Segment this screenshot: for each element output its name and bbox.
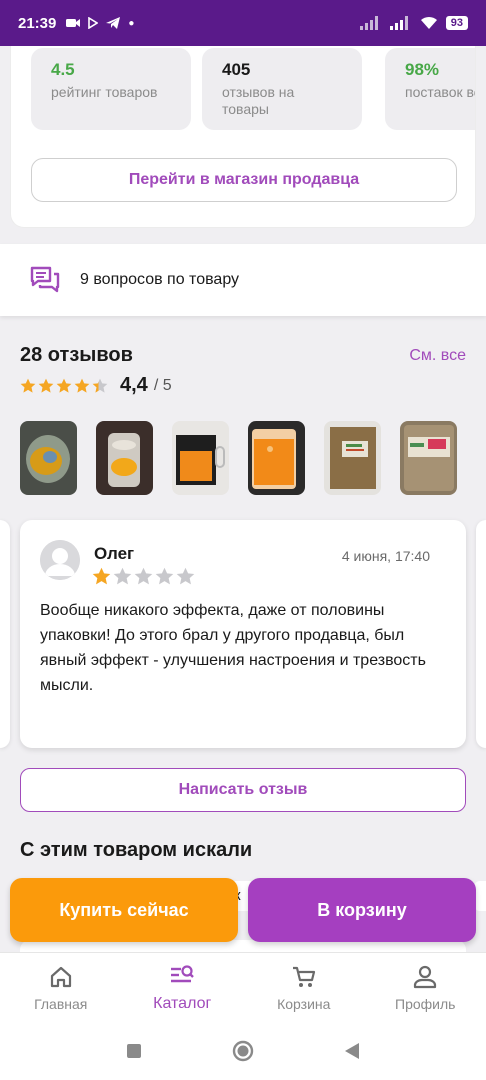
home-icon <box>50 966 71 987</box>
signal-icon <box>359 16 378 30</box>
star-icon <box>155 567 174 585</box>
see-all-link[interactable]: См. все <box>409 347 466 365</box>
star-icon <box>113 567 132 585</box>
star-icon <box>92 567 111 585</box>
star-icon <box>74 378 90 393</box>
review-author: Олег <box>94 544 135 563</box>
star-icon <box>134 567 153 585</box>
star-icon <box>56 378 72 393</box>
review-photo-thumbnail[interactable] <box>96 421 153 495</box>
review-photo-thumbnail[interactable] <box>172 421 229 495</box>
user-avatar-icon <box>40 540 80 580</box>
status-bar: 21:39 ● 93 <box>0 0 486 46</box>
seller-card: 4.5 рейтинг товаров 405 отзывов на товар… <box>10 46 476 228</box>
review-photo-thumbnail[interactable] <box>20 421 77 495</box>
review-date: 4 июня, 17:40 <box>341 548 430 564</box>
seller-stat-reviews: 405 отзывов на товары <box>202 48 362 130</box>
buy-now-button[interactable]: Купить сейчас <box>10 878 238 942</box>
home-nav-icon[interactable] <box>232 1040 254 1062</box>
system-nav-bar <box>0 1022 486 1080</box>
star-icon <box>38 378 54 393</box>
tab-label: Корзина <box>277 995 331 1012</box>
tab-cart[interactable]: Корзина <box>243 953 365 1022</box>
stat-label: отзывов на товары <box>222 84 295 117</box>
back-icon[interactable] <box>344 1042 360 1060</box>
review-photos <box>20 421 457 495</box>
review-stars <box>92 567 195 586</box>
tab-label: Каталог <box>153 994 212 1012</box>
questions-row[interactable]: 9 вопросов по товару <box>0 244 486 316</box>
next-review-peek[interactable] <box>476 520 486 748</box>
status-right: 93 <box>359 16 468 30</box>
profile-icon <box>414 965 437 988</box>
star-icon <box>92 378 108 393</box>
tab-home[interactable]: Главная <box>0 953 122 1022</box>
rating-stars <box>20 378 108 394</box>
review-photo-thumbnail[interactable] <box>248 421 305 495</box>
review-card[interactable]: Олег 4 июня, 17:40 Вообще никакого эффек… <box>20 520 466 748</box>
write-review-button[interactable]: Написать отзыв <box>20 768 466 812</box>
stat-label: рейтинг товаров <box>51 84 158 100</box>
go-to-shop-button[interactable]: Перейти в магазин продавца <box>31 158 457 202</box>
review-text: Вообще никакого эффекта, даже от половин… <box>40 602 426 694</box>
signal-2-icon <box>389 16 408 30</box>
avatar <box>40 540 80 580</box>
stat-value: 405 <box>222 60 251 79</box>
camera-icon <box>66 19 81 27</box>
wifi-icon <box>420 16 437 29</box>
rating-max: / 5 <box>153 376 172 394</box>
star-icon <box>176 567 195 585</box>
notification-icons: ● <box>66 17 134 29</box>
tab-profile[interactable]: Профиль <box>365 953 486 1022</box>
searched-with-title: С этим товаром искали <box>20 839 253 861</box>
review-photo-thumbnail[interactable] <box>400 421 457 495</box>
tab-label: Главная <box>34 995 88 1012</box>
reviews-header: 28 отзывов См. все <box>20 344 466 367</box>
stat-value: 4.5 <box>51 60 75 79</box>
add-to-cart-button[interactable]: В корзину <box>248 878 476 942</box>
rating-summary: 4,4 / 5 <box>20 374 172 397</box>
bottom-tab-bar: Главная Каталог Корзина Профиль <box>0 952 486 1022</box>
review-photo-thumbnail[interactable] <box>324 421 381 495</box>
battery-icon: 93 <box>445 16 468 30</box>
status-time: 21:39 <box>18 14 57 32</box>
telegram-icon <box>106 17 121 29</box>
play-icon <box>88 17 99 29</box>
stat-label: поставок вовремя <box>405 84 475 100</box>
catalog-search-icon <box>171 964 195 982</box>
seller-stat-delivery: 98% поставок вовремя <box>385 48 475 130</box>
cart-icon <box>292 966 315 987</box>
tab-catalog[interactable]: Каталог <box>122 953 244 1022</box>
questions-chat-icon <box>30 266 60 293</box>
seller-stat-rating: 4.5 рейтинг товаров <box>31 48 191 130</box>
stat-value: 98% <box>405 60 440 79</box>
dot-icon: ● <box>128 17 135 29</box>
prev-review-peek[interactable] <box>0 520 10 748</box>
questions-label: 9 вопросов по товару <box>80 271 240 288</box>
recents-icon[interactable] <box>126 1043 142 1059</box>
star-icon <box>20 378 36 393</box>
tab-label: Профиль <box>395 995 456 1012</box>
rating-value: 4,4 <box>120 374 148 396</box>
reviews-count: 28 отзывов <box>20 344 133 366</box>
